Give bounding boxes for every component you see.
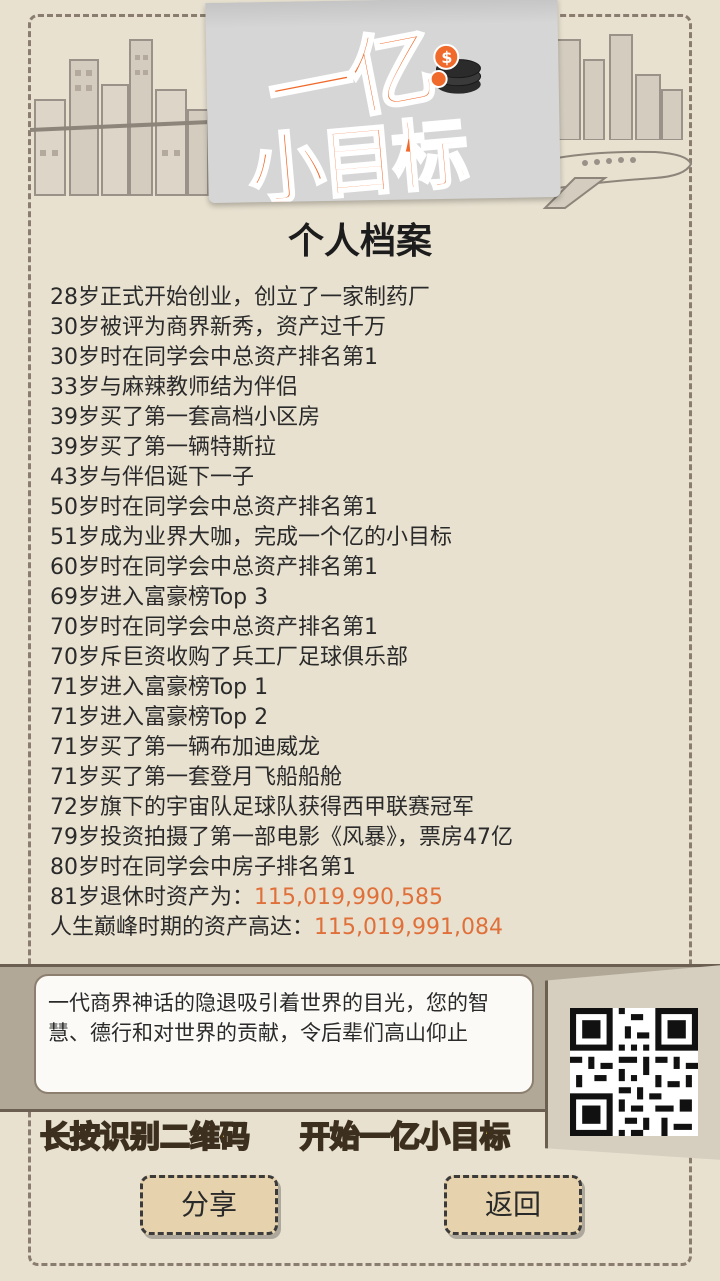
retire-assets-label: 81岁退休时资产为： xyxy=(50,885,254,910)
retire-assets-value: 115,019,990,585 xyxy=(254,885,443,910)
peak-assets-row: 人生巅峰时期的资产高达：115,019,991,084 xyxy=(50,913,690,943)
list-item: 79岁投资拍摄了第一部电影《风暴》，票房47亿 xyxy=(50,825,513,850)
scan-qr-hint: 长按识别二维码 xyxy=(39,1119,251,1156)
peak-assets-label: 人生巅峰时期的资产高达： xyxy=(50,915,315,940)
list-item: 71岁进入富豪榜Top 2 xyxy=(50,705,269,730)
list-item: 51岁成为业界大咖，完成一个亿的小目标 xyxy=(50,525,452,550)
page-title: 个人档案 xyxy=(287,221,432,262)
list-item: 39岁买了第一套高档小区房 xyxy=(50,405,320,430)
list-item: 71岁进入富豪榜Top 1 xyxy=(50,675,269,700)
list-item: 72岁旗下的宇宙队足球队获得西甲联赛冠军 xyxy=(50,795,474,820)
list-item: 70岁斥巨资收购了兵工厂足球俱乐部 xyxy=(50,645,408,670)
list-item: 30岁被评为商界新秀，资产过千万 xyxy=(50,315,386,340)
list-item: 71岁买了第一辆布加迪威龙 xyxy=(50,735,320,760)
peak-assets-value: 115,019,991,084 xyxy=(314,915,503,940)
list-item: 70岁时在同学会中总资产排名第1 xyxy=(50,615,378,640)
svg-text:$: $ xyxy=(441,48,452,67)
share-button[interactable]: 分享 xyxy=(140,1175,278,1235)
speech-bubble: 一代商界神话的隐退吸引着世界的目光，您的智慧、德行和对世界的贡献，令后辈们高山仰… xyxy=(34,974,534,1094)
list-item: 60岁时在同学会中总资产排名第1 xyxy=(50,555,378,580)
coins-icon: $ xyxy=(429,43,482,94)
retire-assets-row: 81岁退休时资产为：115,019,990,585 xyxy=(50,883,690,913)
back-button[interactable]: 返回 xyxy=(444,1175,582,1235)
list-item: 50岁时在同学会中总资产排名第1 xyxy=(50,495,378,520)
list-item: 80岁时在同学会中房子排名第1 xyxy=(50,855,356,880)
list-item: 33岁与麻辣教师结为伴侣 xyxy=(50,375,298,400)
start-game-hint: 开始一亿小目标 xyxy=(299,1119,511,1156)
qr-code-icon[interactable] xyxy=(570,1008,698,1136)
list-item: 69岁进入富豪榜Top 3 xyxy=(50,585,269,610)
list-item: 28岁正式开始创业，创立了一家制药厂 xyxy=(50,285,430,310)
city-skyline-left-icon xyxy=(30,39,210,196)
logo-line-2: 小目标 xyxy=(244,107,470,204)
list-item: 43岁与伴侣诞下一子 xyxy=(50,465,254,490)
list-item: 30岁时在同学会中总资产排名第1 xyxy=(50,345,378,370)
list-item: 71岁买了第一套登月飞船船舱 xyxy=(50,765,342,790)
list-item: 39岁买了第一辆特斯拉 xyxy=(50,435,276,460)
game-logo: 一亿 小目标 $ xyxy=(205,0,561,204)
life-records-list: 28岁正式开始创业，创立了一家制药厂 30岁被评为商界新秀，资产过千万 30岁时… xyxy=(50,283,690,943)
